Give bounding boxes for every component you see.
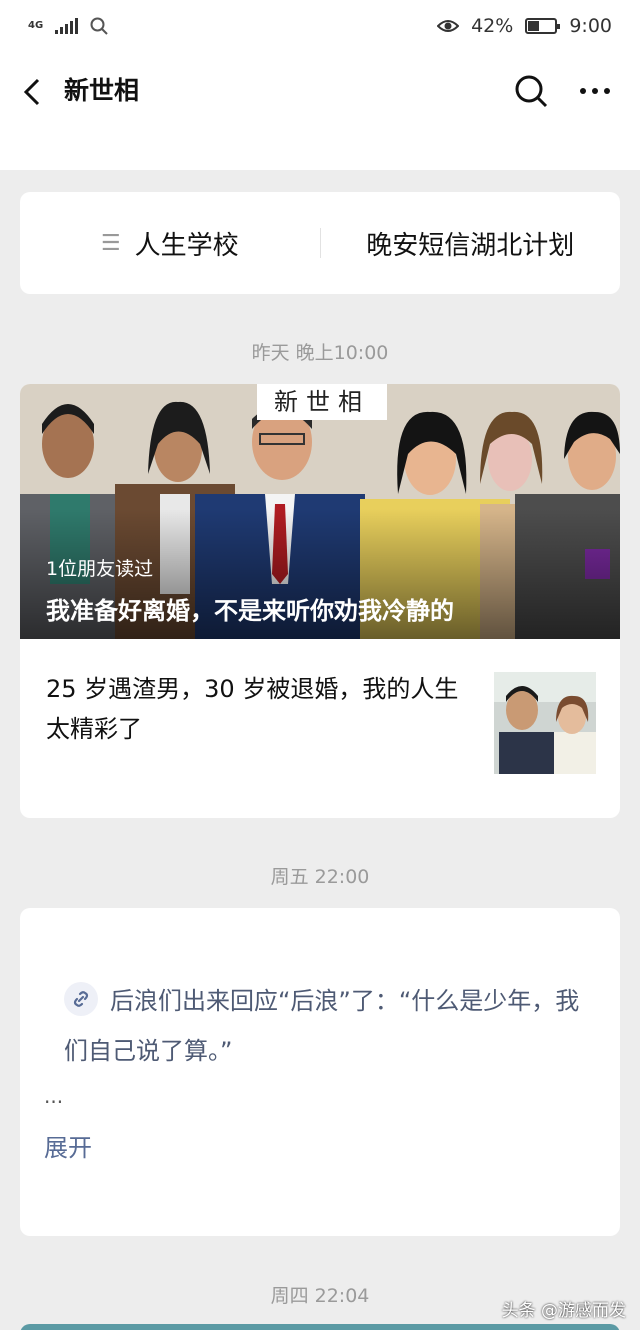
battery-percent: 42% (471, 15, 514, 37)
next-card-preview[interactable] (20, 1324, 620, 1330)
link-icon (64, 982, 98, 1016)
clock: 9:00 (569, 15, 612, 37)
timestamp: 昨天 晚上10:00 (251, 342, 389, 364)
message-ellipsis: ... (44, 1084, 64, 1108)
search-icon (90, 17, 108, 35)
network-type: 4G (28, 20, 44, 31)
article-thumbnail[interactable] (494, 672, 596, 774)
status-bar: 4G 42% 9:00 (0, 0, 640, 52)
nav-bar: 新世相 (0, 52, 640, 170)
menu-item-life-school[interactable]: ☰ 人生学校 (20, 192, 320, 294)
eye-icon (437, 20, 460, 32)
menu-item-label: 晚安短信湖北计划 (366, 230, 575, 261)
battery-icon (525, 18, 561, 34)
article-subtitle[interactable]: 25 岁遇渣男，30 岁被退婚，我的人生太精彩了 (46, 669, 466, 749)
status-right: 42% 9:00 (437, 15, 612, 37)
article-cover[interactable]: 新世相 1位朋友读过 我准备好离婚，不是来听你劝我冷静的 (20, 384, 620, 639)
status-left: 4G (28, 17, 108, 35)
brand-tag: 新世相 (257, 384, 387, 420)
signal-icon (55, 18, 79, 34)
menu-item-goodnight-sms[interactable]: 晚安短信湖北计划 (321, 192, 621, 294)
menu-icon: ☰ (100, 230, 121, 256)
message-text: 后浪们出来回应“后浪”了：“什么是少年，我们自己说了算。” (64, 987, 580, 1065)
timestamp: 周五 22:00 (270, 866, 370, 888)
back-icon[interactable] (20, 74, 50, 110)
menu-item-label: 人生学校 (134, 230, 239, 261)
friends-read-count: 1位朋友读过 (46, 558, 154, 580)
watermark: 头条 @游感而发 (501, 1301, 626, 1321)
account-menu: ☰ 人生学校 晚安短信湖北计划 (20, 192, 620, 294)
text-message-card[interactable]: 后浪们出来回应“后浪”了：“什么是少年，我们自己说了算。” (20, 908, 620, 1236)
message-body[interactable]: 后浪们出来回应“后浪”了：“什么是少年，我们自己说了算。” (64, 976, 584, 1076)
thumbnail-image (494, 672, 596, 774)
search-icon[interactable] (512, 72, 550, 110)
more-icon[interactable] (575, 72, 615, 110)
article-card[interactable]: 新世相 1位朋友读过 我准备好离婚，不是来听你劝我冷静的 25 岁遇渣男，30 … (20, 384, 620, 818)
article-headline[interactable]: 我准备好离婚，不是来听你劝我冷静的 (46, 591, 454, 626)
expand-link[interactable]: 展开 (44, 1128, 92, 1163)
page-title: 新世相 (64, 76, 140, 105)
